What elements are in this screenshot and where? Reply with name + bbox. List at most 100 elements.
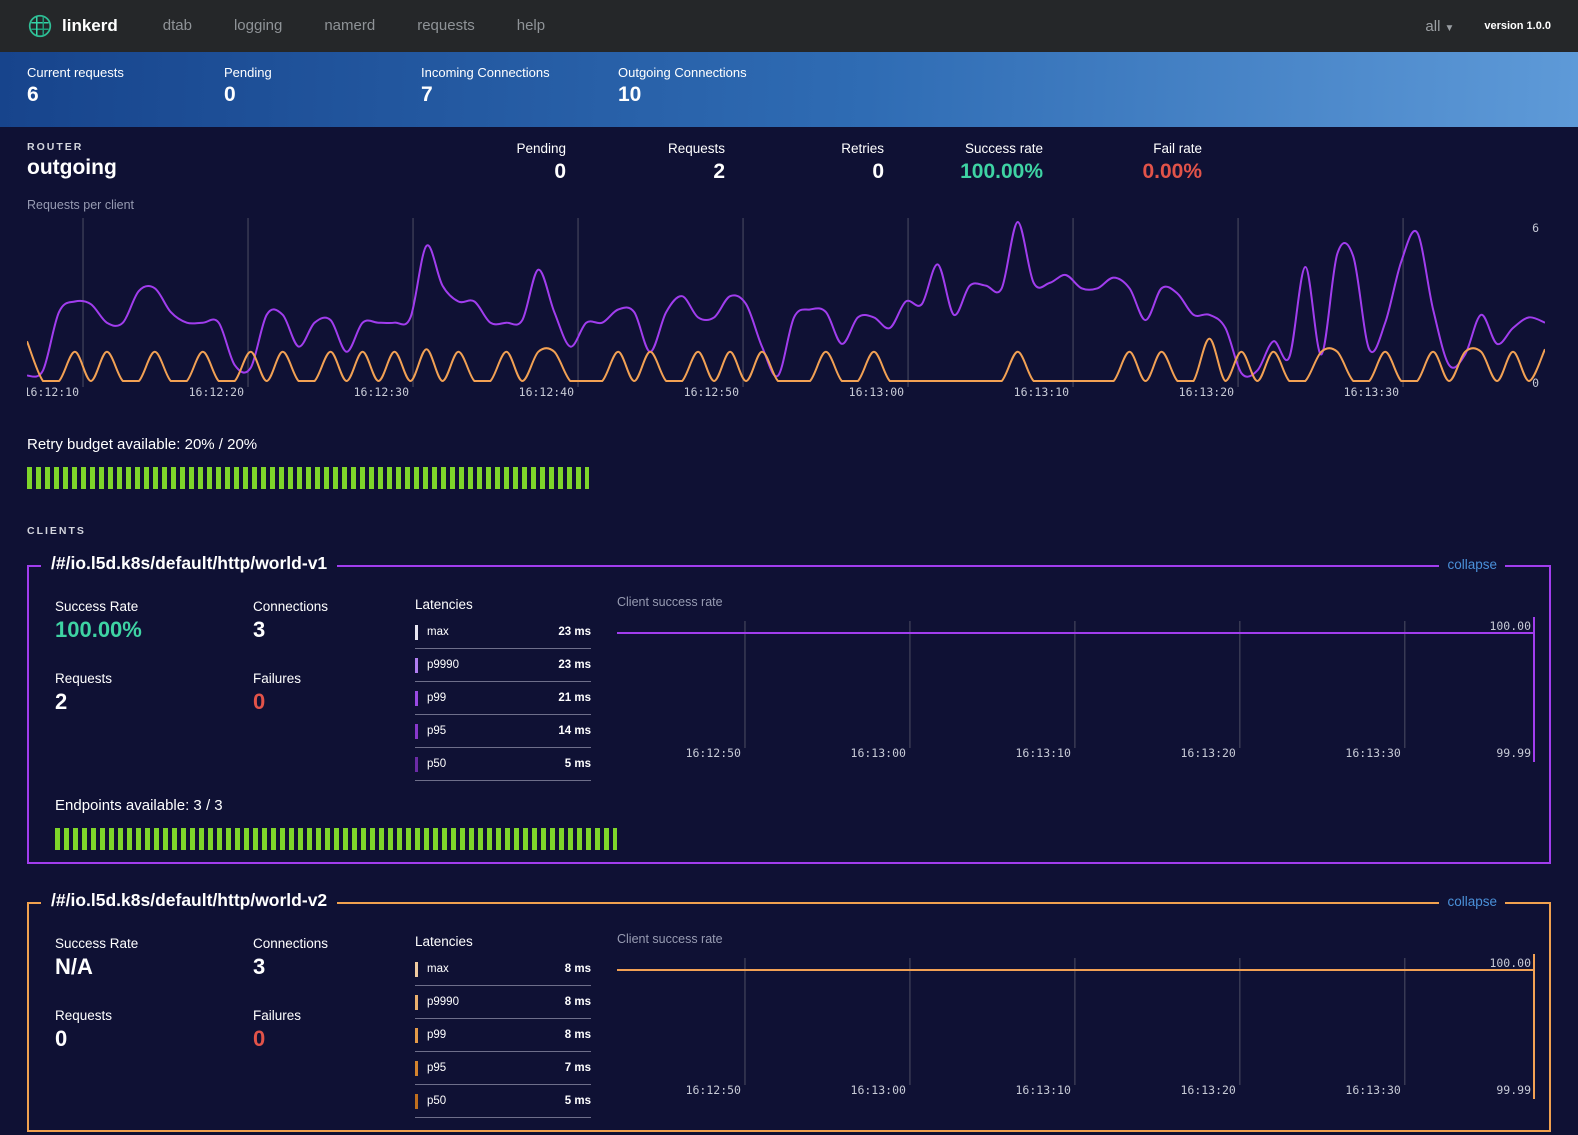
- client-success-rate-chart: 16:12:50 16:13:00 16:13:10 16:13:20 16:13:30…: [617, 954, 1535, 1099]
- latency-tick: [415, 1028, 418, 1043]
- nav-item-dtab[interactable]: dtab: [142, 0, 213, 52]
- namespace-dropdown[interactable]: all▼: [1425, 18, 1454, 35]
- client-card-world-v1: /#/io.l5d.k8s/default/http/world-v1 coll…: [27, 565, 1551, 864]
- latency-tick: [415, 1061, 418, 1076]
- client-stat-requests: Requests 0: [55, 1008, 253, 1052]
- svg-text:16:12:40: 16:12:40: [519, 385, 574, 399]
- latency-tick: [415, 995, 418, 1010]
- router-stat-requests: Requests 2: [566, 141, 725, 184]
- client-stat-success-rate: Success Rate 100.00%: [55, 599, 253, 643]
- nav-item-namerd[interactable]: namerd: [303, 0, 396, 52]
- nav-item-logging[interactable]: logging: [213, 0, 303, 52]
- svg-text:0: 0: [1532, 376, 1539, 390]
- latency-row-max: max 8 ms: [415, 953, 591, 986]
- latencies-table: Latencies max 23 ms p9990 23 ms p99 21 m…: [415, 591, 591, 781]
- endpoints-bar: [55, 828, 617, 850]
- version-label: version 1.0.0: [1484, 20, 1551, 32]
- svg-text:16:13:00: 16:13:00: [851, 1083, 906, 1097]
- router-header: ROUTER outgoing Pending 0 Requests 2 Ret…: [0, 127, 1578, 184]
- svg-text:16:13:20: 16:13:20: [1180, 1083, 1235, 1097]
- stat-incoming-connections: Incoming Connections 7: [421, 65, 618, 107]
- svg-text:16:12:50: 16:12:50: [684, 385, 739, 399]
- router-section-label: ROUTER: [27, 141, 407, 153]
- chevron-down-icon: ▼: [1444, 23, 1454, 34]
- svg-text:100.00: 100.00: [1489, 619, 1531, 633]
- navbar: linkerd dtab logging namerd requests hel…: [0, 0, 1578, 52]
- latency-tick: [415, 724, 418, 739]
- client-stat-success-rate: Success Rate N/A: [55, 936, 253, 980]
- latency-row-p99: p99 8 ms: [415, 1019, 591, 1052]
- svg-text:16:12:30: 16:12:30: [354, 385, 409, 399]
- svg-text:16:13:00: 16:13:00: [849, 385, 904, 399]
- client-stat-connections: Connections 3: [253, 599, 427, 643]
- latency-row-p9990: p9990 23 ms: [415, 649, 591, 682]
- latencies-table: Latencies max 8 ms p9990 8 ms p99 8 ms p…: [415, 928, 591, 1118]
- latency-tick: [415, 1094, 418, 1109]
- svg-text:16:13:30: 16:13:30: [1344, 385, 1399, 399]
- linkerd-logo-icon: [27, 13, 53, 39]
- retry-budget-label: Retry budget available: 20% / 20%: [27, 436, 1578, 453]
- svg-text:16:13:10: 16:13:10: [1016, 746, 1071, 760]
- router-stat-fail-rate: Fail rate 0.00%: [1043, 141, 1202, 184]
- stat-current-requests: Current requests 6: [27, 65, 224, 107]
- client-success-rate-title: Client success rate: [617, 932, 1535, 946]
- svg-text:99.99: 99.99: [1496, 1083, 1531, 1097]
- router-stats: Pending 0 Requests 2 Retries 0 Success r…: [407, 141, 1202, 184]
- svg-text:16:13:20: 16:13:20: [1180, 746, 1235, 760]
- latency-tick: [415, 625, 418, 640]
- svg-text:16:12:10: 16:12:10: [27, 385, 79, 399]
- collapse-link[interactable]: collapse: [1439, 894, 1505, 909]
- overview-stats-bar: Current requests 6 Pending 0 Incoming Co…: [0, 52, 1578, 127]
- retry-budget: Retry budget available: 20% / 20%: [27, 436, 1578, 489]
- svg-text:16:13:10: 16:13:10: [1014, 385, 1069, 399]
- client-stat-failures: Failures 0: [253, 671, 427, 715]
- client-success-rate-chart: 16:12:5016:13:0016:13:1016:13:2016:13:30…: [617, 617, 1535, 762]
- latency-row-p50: p50 5 ms: [415, 1085, 591, 1118]
- client-stat-connections: Connections 3: [253, 936, 427, 980]
- stat-outgoing-connections: Outgoing Connections 10: [618, 65, 815, 107]
- linkerd-brand[interactable]: linkerd: [27, 13, 118, 39]
- stat-pending: Pending 0: [224, 65, 421, 107]
- latency-tick: [415, 757, 418, 772]
- client-name: /#/io.l5d.k8s/default/http/world-v2: [41, 890, 337, 911]
- router-stat-retries: Retries 0: [725, 141, 884, 184]
- svg-text:16:13:00: 16:13:00: [851, 746, 906, 760]
- svg-text:16:12:50: 16:12:50: [686, 1083, 741, 1097]
- endpoints-available: Endpoints available: 3 / 3: [43, 797, 1535, 850]
- client-stat-failures: Failures 0: [253, 1008, 427, 1052]
- svg-text:16:12:20: 16:12:20: [189, 385, 244, 399]
- latency-tick: [415, 962, 418, 977]
- svg-text:16:12:50: 16:12:50: [686, 746, 741, 760]
- client-stats: Success Rate 100.00% Connections 3 Reque…: [43, 591, 415, 781]
- nav-menu: dtab logging namerd requests help: [142, 0, 566, 52]
- clients-section-label: CLIENTS: [27, 525, 1578, 537]
- client-card-world-v2: /#/io.l5d.k8s/default/http/world-v2 coll…: [27, 902, 1551, 1132]
- collapse-link[interactable]: collapse: [1439, 557, 1505, 572]
- endpoints-label: Endpoints available: 3 / 3: [55, 797, 1535, 814]
- nav-item-help[interactable]: help: [496, 0, 566, 52]
- svg-text:16:13:30: 16:13:30: [1345, 1083, 1400, 1097]
- svg-text:16:13:20: 16:13:20: [1179, 385, 1234, 399]
- client-name: /#/io.l5d.k8s/default/http/world-v1: [41, 553, 337, 574]
- latency-row-p95: p95 7 ms: [415, 1052, 591, 1085]
- latency-tick: [415, 658, 418, 673]
- router-name: outgoing: [27, 156, 407, 180]
- latency-tick: [415, 691, 418, 706]
- latency-row-p50: p50 5 ms: [415, 748, 591, 781]
- client-stats: Success Rate N/A Connections 3 Requests …: [43, 928, 415, 1118]
- svg-text:6: 6: [1532, 221, 1539, 235]
- client-success-rate-title: Client success rate: [617, 595, 1535, 609]
- nav-item-requests[interactable]: requests: [396, 0, 496, 52]
- svg-text:100.00: 100.00: [1489, 956, 1531, 970]
- latency-row-max: max 23 ms: [415, 616, 591, 649]
- latency-row-p9990: p9990 8 ms: [415, 986, 591, 1019]
- requests-per-client-title: Requests per client: [27, 198, 1578, 212]
- router-stat-success-rate: Success rate 100.00%: [884, 141, 1043, 184]
- requests-per-client-chart: 16:12:10 16:12:20 16:12:30 16:12:40 16:12:50…: [27, 214, 1545, 401]
- latency-row-p95: p95 14 ms: [415, 715, 591, 748]
- router-stat-pending: Pending 0: [407, 141, 566, 184]
- svg-text:16:13:10: 16:13:10: [1016, 1083, 1071, 1097]
- brand-name: linkerd: [62, 16, 118, 36]
- svg-text:99.99: 99.99: [1496, 746, 1531, 760]
- latency-row-p99: p99 21 ms: [415, 682, 591, 715]
